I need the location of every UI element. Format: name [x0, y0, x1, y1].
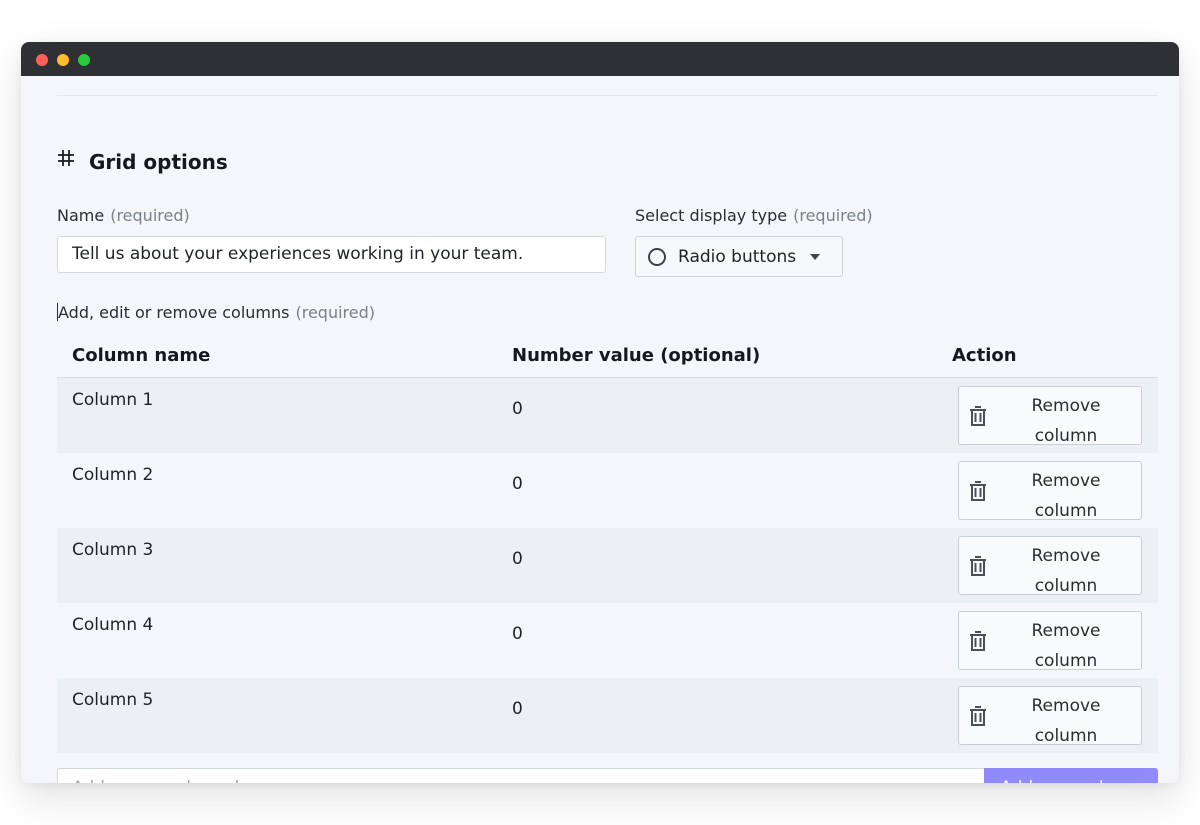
- remove-column-button[interactable]: Remove column: [958, 461, 1142, 521]
- remove-column-button[interactable]: Remove column: [958, 686, 1142, 746]
- display-type-label-text: Select display type: [635, 206, 788, 225]
- name-label-text: Name: [57, 206, 105, 225]
- trash-icon: [970, 631, 986, 651]
- columns-label-text: Add, edit or remove columns: [58, 303, 290, 322]
- remove-column-label: Remove column: [1031, 621, 1101, 671]
- table-row: Column 1 0 Remove column: [57, 378, 1158, 453]
- display-type-value: Radio buttons: [678, 246, 797, 267]
- add-new-column-button[interactable]: Add new column: [984, 768, 1158, 783]
- name-label: Name (required): [57, 206, 190, 225]
- chevron-down-icon: [810, 253, 821, 260]
- remove-column-button[interactable]: Remove column: [958, 611, 1142, 671]
- grid-options-panel: Grid options Name (required) Select displ…: [57, 76, 1158, 783]
- new-column-input[interactable]: [57, 768, 985, 783]
- trash-icon: [970, 406, 986, 426]
- divider: [57, 95, 1158, 96]
- columns-table-header: Column name Number value (optional) Acti…: [57, 333, 1158, 378]
- column-name-cell[interactable]: Column 1: [72, 390, 153, 410]
- columns-required-note: (required): [295, 303, 376, 322]
- header-number-value: Number value (optional): [512, 345, 761, 366]
- remove-column-label: Remove column: [1031, 546, 1101, 596]
- column-name-cell[interactable]: Column 5: [72, 690, 153, 710]
- columns-label: Add, edit or remove columns (required): [57, 303, 375, 322]
- hash-icon: [58, 150, 74, 166]
- display-type-required-note: (required): [793, 206, 873, 225]
- display-type-label: Select display type (required): [635, 206, 873, 225]
- section-header: Grid options: [57, 147, 228, 177]
- header-action: Action: [952, 345, 1017, 366]
- number-value-cell[interactable]: 0: [512, 474, 523, 494]
- display-type-select[interactable]: Radio buttons: [635, 236, 843, 277]
- table-row: Column 3 0 Remove column: [57, 528, 1158, 603]
- table-row: Column 4 0 Remove column: [57, 603, 1158, 678]
- number-value-cell[interactable]: 0: [512, 549, 523, 569]
- minimize-window-button[interactable]: [57, 54, 69, 66]
- remove-column-button[interactable]: Remove column: [958, 386, 1142, 446]
- number-value-cell[interactable]: 0: [512, 399, 523, 419]
- trash-icon: [970, 556, 986, 576]
- number-value-cell[interactable]: 0: [512, 624, 523, 644]
- remove-column-label: Remove column: [1031, 471, 1101, 521]
- column-name-cell[interactable]: Column 2: [72, 465, 153, 485]
- name-required-note: (required): [110, 206, 190, 225]
- close-window-button[interactable]: [36, 54, 48, 66]
- window-titlebar: [21, 42, 1179, 76]
- app-window: Grid options Name (required) Select displ…: [21, 42, 1179, 783]
- column-name-cell[interactable]: Column 3: [72, 540, 153, 560]
- remove-column-button[interactable]: Remove column: [958, 536, 1142, 596]
- maximize-window-button[interactable]: [78, 54, 90, 66]
- table-row: Column 2 0 Remove column: [57, 453, 1158, 528]
- remove-column-label: Remove column: [1031, 696, 1101, 746]
- remove-column-label: Remove column: [1031, 396, 1101, 446]
- trash-icon: [970, 706, 986, 726]
- header-column-name: Column name: [72, 345, 211, 366]
- table-row: Column 5 0 Remove column: [57, 678, 1158, 753]
- column-name-cell[interactable]: Column 4: [72, 615, 153, 635]
- trash-icon: [970, 481, 986, 501]
- number-value-cell[interactable]: 0: [512, 699, 523, 719]
- name-input[interactable]: [57, 236, 606, 273]
- section-title: Grid options: [89, 150, 228, 174]
- radio-icon: [648, 247, 666, 266]
